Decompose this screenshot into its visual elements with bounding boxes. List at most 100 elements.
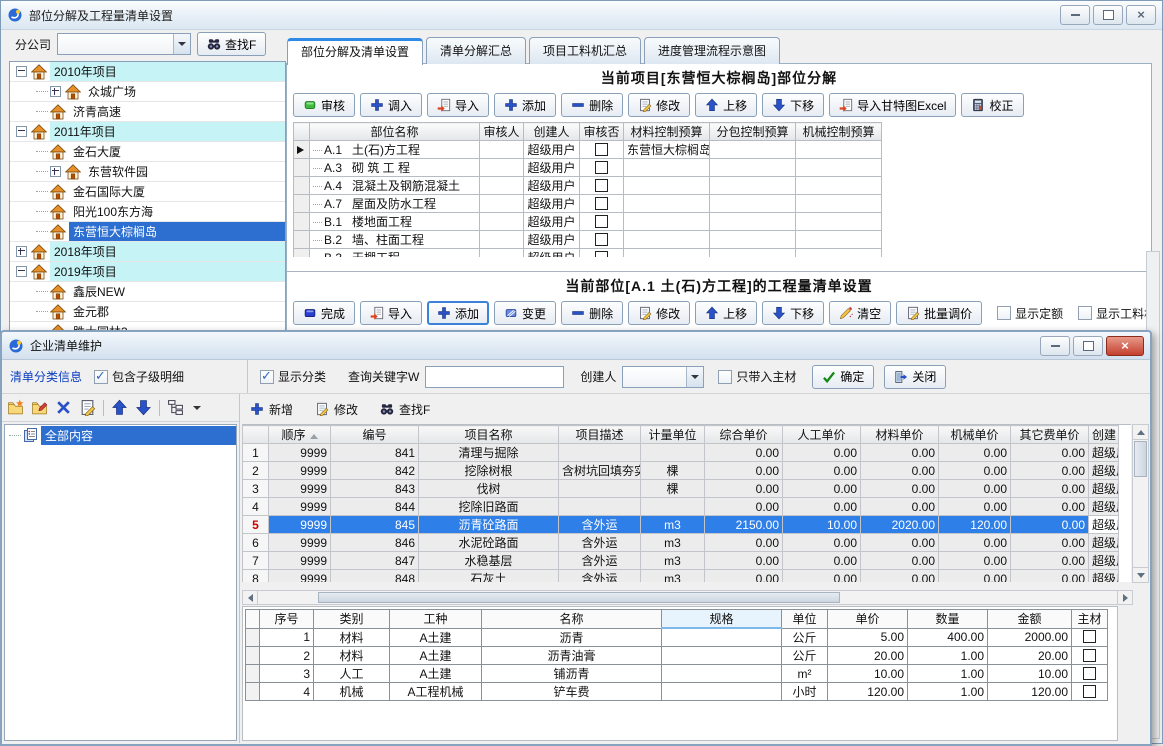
list-horizontal-scrollbar[interactable] bbox=[242, 590, 1133, 605]
auditor-cell[interactable] bbox=[480, 249, 524, 258]
spec-cell[interactable] bbox=[662, 647, 782, 665]
trade-cell[interactable]: A土建 bbox=[390, 628, 482, 647]
category-cell[interactable]: 材料 bbox=[314, 628, 390, 647]
creator-cell[interactable]: 超级用户 bbox=[1089, 570, 1119, 583]
checked-checkbox-icon[interactable] bbox=[260, 370, 274, 384]
component-row[interactable]: 4机械A工程机械铲车费小时120.001.00120.00 bbox=[246, 683, 1108, 701]
material-budget-cell[interactable] bbox=[624, 177, 710, 195]
close-button[interactable] bbox=[1126, 5, 1156, 25]
machine-budget-cell[interactable] bbox=[796, 249, 882, 258]
tree-item[interactable]: 济青高速 bbox=[10, 102, 285, 122]
col-header[interactable]: 编号 bbox=[331, 426, 419, 444]
machine-price-cell[interactable]: 0.00 bbox=[939, 444, 1011, 462]
show-class-option[interactable]: 显示分类 bbox=[260, 368, 326, 385]
creator-cell[interactable]: 超级用户 bbox=[1089, 516, 1119, 534]
creator-cell[interactable]: 超级用户 bbox=[1089, 444, 1119, 462]
part-name-cell[interactable]: A.1土(石)方工程 bbox=[310, 141, 480, 159]
audited-checkbox[interactable] bbox=[595, 143, 608, 156]
move-up-button[interactable]: 上移 bbox=[695, 301, 757, 325]
expand-box-icon[interactable] bbox=[16, 246, 27, 257]
item-name-cell[interactable]: 水泥砼路面 bbox=[419, 534, 559, 552]
part-name-cell[interactable]: A.4混凝土及钢筋混凝土 bbox=[310, 177, 480, 195]
material-budget-cell[interactable] bbox=[624, 195, 710, 213]
unit-cell[interactable]: 公斤 bbox=[782, 628, 828, 647]
row-number-header[interactable] bbox=[243, 426, 269, 444]
tab-1[interactable]: 清单分解汇总 bbox=[426, 37, 526, 64]
number-cell[interactable]: 841 bbox=[331, 444, 419, 462]
order-cell[interactable]: 9999 bbox=[269, 462, 331, 480]
name-cell[interactable]: 铲车费 bbox=[482, 683, 662, 701]
name-cell[interactable]: 沥青 bbox=[482, 628, 662, 647]
audited-checkbox[interactable] bbox=[595, 179, 608, 192]
auditor-cell[interactable] bbox=[480, 195, 524, 213]
move-up-button[interactable]: 上移 bbox=[695, 93, 757, 117]
main-material-cell[interactable] bbox=[1072, 647, 1108, 665]
collapse-box-icon[interactable] bbox=[16, 66, 27, 77]
machine-budget-cell[interactable] bbox=[796, 141, 882, 159]
material-price-cell[interactable]: 0.00 bbox=[861, 498, 939, 516]
amount-cell[interactable]: 120.00 bbox=[988, 683, 1072, 701]
audit-button[interactable]: 审核 bbox=[293, 93, 355, 117]
creator-cell[interactable]: 超级用户 bbox=[524, 141, 580, 159]
combined-price-cell[interactable]: 0.00 bbox=[705, 570, 783, 583]
other-price-cell[interactable]: 0.00 bbox=[1011, 480, 1089, 498]
creator-cell[interactable]: 超级用户 bbox=[1089, 480, 1119, 498]
expand-box-icon[interactable] bbox=[50, 86, 61, 97]
list-vertical-scrollbar[interactable] bbox=[1132, 424, 1149, 583]
amount-cell[interactable]: 20.00 bbox=[988, 647, 1072, 665]
scroll-right-arrow[interactable] bbox=[1117, 591, 1132, 604]
arrow-down-icon[interactable] bbox=[135, 399, 152, 416]
machine-price-cell[interactable]: 0.00 bbox=[939, 462, 1011, 480]
item-desc-cell[interactable] bbox=[559, 480, 641, 498]
audited-checkbox[interactable] bbox=[595, 233, 608, 246]
collapse-box-icon[interactable] bbox=[16, 126, 27, 137]
creator-cell[interactable]: 超级用户 bbox=[524, 159, 580, 177]
find-item-button[interactable]: 查找F bbox=[380, 401, 430, 418]
unit-cell[interactable]: 公斤 bbox=[782, 647, 828, 665]
order-cell[interactable]: 9999 bbox=[269, 534, 331, 552]
tree-item[interactable]: 东营软件园 bbox=[10, 162, 285, 182]
subcontract-budget-cell[interactable] bbox=[710, 195, 796, 213]
row-selector-cell[interactable] bbox=[294, 195, 310, 213]
component-row[interactable]: 2材料A土建沥青油膏公斤20.001.0020.00 bbox=[246, 647, 1108, 665]
col-header[interactable]: 项目描述 bbox=[559, 426, 641, 444]
subcontract-budget-cell[interactable] bbox=[710, 231, 796, 249]
list-row[interactable]: 59999845沥青砼路面含外运m32150.0010.002020.00120… bbox=[243, 516, 1119, 534]
material-budget-cell[interactable]: 东营恒大棕榈岛 bbox=[624, 141, 710, 159]
seq-cell[interactable]: 1 bbox=[260, 628, 314, 647]
other-price-cell[interactable]: 0.00 bbox=[1011, 516, 1089, 534]
seq-cell[interactable]: 4 bbox=[260, 683, 314, 701]
col-header[interactable]: 计量单位 bbox=[641, 426, 705, 444]
item-name-cell[interactable]: 挖除树根 bbox=[419, 462, 559, 480]
move-down-button[interactable]: 下移 bbox=[762, 93, 824, 117]
item-desc-cell[interactable]: 含外运 bbox=[559, 570, 641, 583]
find-button[interactable]: 查找F bbox=[197, 32, 266, 56]
scroll-down-arrow[interactable] bbox=[1133, 567, 1148, 582]
seq-cell[interactable]: 3 bbox=[260, 665, 314, 683]
unit-cell[interactable]: m² bbox=[782, 665, 828, 683]
combined-price-cell[interactable]: 0.00 bbox=[705, 498, 783, 516]
material-price-cell[interactable]: 0.00 bbox=[861, 444, 939, 462]
seq-cell[interactable]: 2 bbox=[260, 647, 314, 665]
labor-price-cell[interactable]: 0.00 bbox=[783, 570, 861, 583]
auditor-cell[interactable] bbox=[480, 141, 524, 159]
list-row[interactable]: 29999842挖除树根含树坑回填夯实只棵0.000.000.000.000.0… bbox=[243, 462, 1119, 480]
tree-item[interactable]: 鑫辰NEW bbox=[10, 282, 285, 302]
row-selector-cell[interactable] bbox=[294, 177, 310, 195]
number-cell[interactable]: 845 bbox=[331, 516, 419, 534]
tree-item[interactable]: 2010年项目 bbox=[10, 62, 285, 82]
row-selector-cell[interactable] bbox=[294, 159, 310, 177]
main-material-checkbox[interactable] bbox=[1083, 649, 1096, 662]
component-row[interactable]: 1材料A土建沥青公斤5.00400.002000.00 bbox=[246, 628, 1108, 647]
tree-item[interactable]: 东营恒大棕榈岛 bbox=[10, 222, 285, 242]
order-cell[interactable]: 9999 bbox=[269, 498, 331, 516]
unit-cell[interactable]: m3 bbox=[641, 552, 705, 570]
chevron-down-icon[interactable] bbox=[173, 34, 190, 54]
audited-checkbox[interactable] bbox=[595, 161, 608, 174]
chevron-down-icon[interactable] bbox=[193, 406, 201, 410]
part-name-cell[interactable]: A.7屋面及防水工程 bbox=[310, 195, 480, 213]
material-price-cell[interactable]: 0.00 bbox=[861, 462, 939, 480]
machine-price-cell[interactable]: 0.00 bbox=[939, 552, 1011, 570]
amount-cell[interactable]: 10.00 bbox=[988, 665, 1072, 683]
labor-price-cell[interactable]: 0.00 bbox=[783, 444, 861, 462]
